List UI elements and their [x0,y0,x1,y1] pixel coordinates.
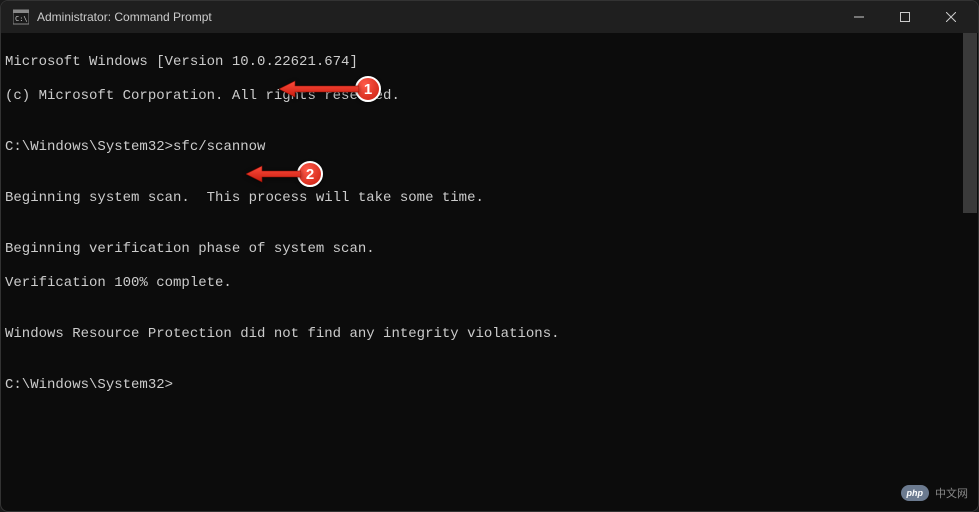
prompt-path: C:\Windows\System32> [5,377,173,393]
command-prompt-window: C:\ Administrator: Command Prompt Micros… [0,0,979,512]
svg-text:C:\: C:\ [15,15,28,23]
prompt-line: C:\Windows\System32> [5,377,974,394]
minimize-button[interactable] [836,1,882,33]
window-title: Administrator: Command Prompt [37,10,836,24]
cmd-icon: C:\ [13,9,29,25]
terminal-output[interactable]: Microsoft Windows [Version 10.0.22621.67… [1,33,978,511]
scrollbar-thumb[interactable] [963,33,977,213]
watermark-text: 中文网 [935,485,968,501]
output-line: Windows Resource Protection did not find… [5,326,974,343]
output-line: Beginning system scan. This process will… [5,190,974,207]
titlebar[interactable]: C:\ Administrator: Command Prompt [1,1,978,33]
close-button[interactable] [928,1,974,33]
prompt-path: C:\Windows\System32> [5,139,173,155]
vertical-scrollbar[interactable] [962,33,978,511]
annotation-arrow-2: 2 [246,161,323,187]
output-line: Verification 100% complete. [5,275,974,292]
watermark-logo: php [901,485,930,501]
prompt-line: C:\Windows\System32>sfc/scannow [5,139,974,156]
output-line: Beginning verification phase of system s… [5,241,974,258]
output-line: (c) Microsoft Corporation. All rights re… [5,88,974,105]
watermark: php 中文网 [901,485,969,501]
window-controls [836,1,974,33]
annotation-badge-2: 2 [297,161,323,187]
maximize-button[interactable] [882,1,928,33]
output-line: Microsoft Windows [Version 10.0.22621.67… [5,54,974,71]
prompt-command: sfc/scannow [173,139,265,155]
